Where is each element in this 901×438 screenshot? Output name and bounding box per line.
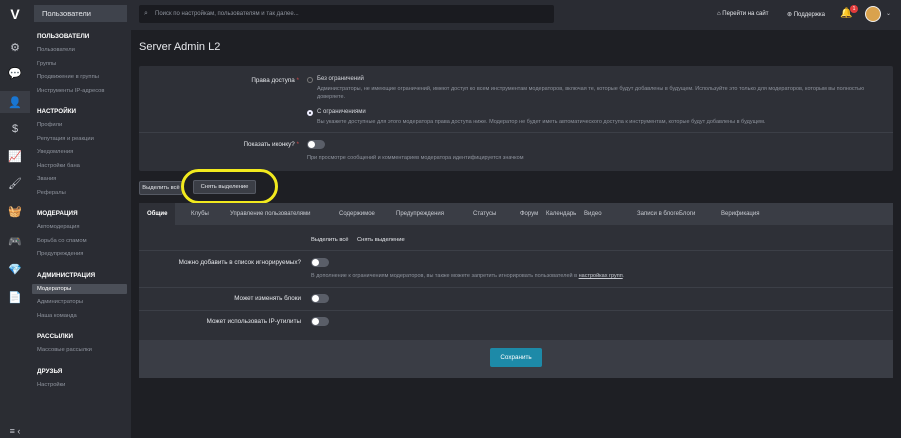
general-select-all-link[interactable]: Выделить всё <box>311 237 349 243</box>
sidebar-item[interactable]: Профили <box>37 122 62 128</box>
sidebar-item[interactable]: Инструменты IP-адресов <box>37 88 105 94</box>
tab-3[interactable]: Содержимое <box>339 203 375 225</box>
tab-11[interactable]: Верификация <box>721 203 759 225</box>
sidebar-item[interactable]: Модераторы <box>32 283 127 294</box>
basket-icon[interactable]: 🧺 <box>0 200 30 222</box>
chart-icon[interactable]: 📈 <box>0 145 30 167</box>
radio-unrestricted[interactable] <box>307 77 313 83</box>
search-placeholder: Поиск по настройкам, пользователям и так… <box>155 11 299 17</box>
sidebar-item[interactable]: Продвижение в группы <box>37 74 99 80</box>
sidebar-item[interactable]: Репутация и реакции <box>37 136 94 142</box>
blocks-label: Может изменять блоки <box>234 295 301 302</box>
gamepad-icon[interactable]: 🎮 <box>0 230 30 252</box>
divider <box>139 132 893 133</box>
tab-4[interactable]: Предупреждения <box>396 203 444 225</box>
show-icon-toggle[interactable] <box>307 140 325 149</box>
collapse-sidebar-icon[interactable]: ≡ ‹ <box>0 424 30 438</box>
radio-unrestricted-label: Без ограничений <box>317 76 364 82</box>
sidebar-item[interactable]: Настройки бана <box>37 163 80 169</box>
sidebar-item[interactable]: Уведомления <box>37 149 73 155</box>
sidebar-section-title: МОДЕРАЦИЯ <box>37 210 78 217</box>
divider <box>139 310 893 311</box>
sidebar-item[interactable]: Автомодерация <box>37 224 79 230</box>
sidebar-section-title: РАССЫЛКИ <box>37 333 74 340</box>
sidebar-item[interactable]: Администраторы <box>37 299 83 305</box>
tab-9[interactable]: Записи в блоге <box>637 203 679 225</box>
ignore-label: Можно добавить в список игнорируемых? <box>178 259 301 266</box>
tab-7[interactable]: Календарь <box>546 203 576 225</box>
sidebar-item[interactable]: Настройки <box>37 382 65 388</box>
page-title: Server Admin L2 <box>139 41 221 53</box>
sidebar-item[interactable]: Наша команда <box>37 313 77 319</box>
user-icon[interactable]: 👤 <box>0 91 30 113</box>
sidebar-item[interactable]: Звания <box>37 176 56 182</box>
sidebar-section-title: НАСТРОЙКИ <box>37 108 77 115</box>
document-icon[interactable]: 📄 <box>0 286 30 308</box>
radio-unrestricted-desc: Администраторы, не имеющие ограничений, … <box>317 86 865 100</box>
access-label: Права доступа * <box>251 77 299 84</box>
ignore-toggle[interactable] <box>311 258 329 267</box>
settings-panel: Права доступа * Без ограничений Админист… <box>139 66 893 171</box>
group-settings-link[interactable]: настройках групп <box>579 273 623 279</box>
show-icon-label: Показать иконку? * <box>243 141 299 148</box>
radio-restricted-label: С ограничениями <box>317 109 366 115</box>
diamond-icon[interactable]: 💎 <box>0 258 30 280</box>
select-all-button[interactable]: Выделить всё <box>139 181 183 195</box>
notification-badge: 1 <box>850 5 858 13</box>
logo: V <box>10 6 20 22</box>
radio-restricted[interactable] <box>307 110 313 116</box>
tab-1[interactable]: Клубы <box>191 203 209 225</box>
sidebar-section-title: ПОЛЬЗОВАТЕЛИ <box>37 33 90 40</box>
ip-utils-toggle[interactable] <box>311 317 329 326</box>
radio-restricted-desc: Вы укажете доступные для этого модератор… <box>317 119 766 125</box>
general-deselect-link[interactable]: Снять выделение <box>357 237 405 243</box>
divider <box>139 250 893 251</box>
general-tab-panel: Выделить всё Снять выделение Можно добав… <box>139 225 893 340</box>
support-link[interactable]: ⊛ Поддержка <box>787 11 825 18</box>
tab-10[interactable]: Блоги <box>679 203 695 225</box>
blocks-toggle[interactable] <box>311 294 329 303</box>
brush-icon[interactable]: 🖌 <box>0 172 30 194</box>
tab-5[interactable]: Статусы <box>473 203 496 225</box>
ignore-desc: В дополнение к ограничениям модераторов,… <box>311 273 625 279</box>
goto-site-link[interactable]: ⌂ Перейти на сайт <box>717 11 769 17</box>
sidebar-item[interactable]: Пользователи <box>37 47 75 53</box>
tab-6[interactable]: Форум <box>520 203 538 225</box>
gears-icon[interactable]: ⚙ <box>0 36 30 58</box>
divider <box>139 287 893 288</box>
sidebar-item[interactable]: Массовые рассылки <box>37 347 92 353</box>
sidebar-section-title: АДМИНИСТРАЦИЯ <box>37 271 96 279</box>
support-label: Поддержка <box>793 12 826 18</box>
icon-bar: V ⚙ 💬 👤 $ 📈 🖌 🧺 🎮 💎 📄 <box>0 0 30 438</box>
permission-tabs: Общие Клубы Управление пользователями Содер… <box>139 203 893 225</box>
sidebar-section-title: ДРУЗЬЯ <box>37 367 63 375</box>
sidebar-title[interactable]: Пользователи <box>34 5 127 22</box>
search-icon: ⌕ <box>144 10 148 17</box>
chevron-down-icon[interactable]: ⌄ <box>886 10 891 17</box>
sidebar-item[interactable]: Группы <box>37 61 56 67</box>
sidebar-item[interactable]: Рефералы <box>37 190 66 196</box>
ip-utils-label: Может использовать IP-утилиты <box>206 318 301 325</box>
sidebar: Пользователи ПОЛЬЗОВАТЕЛИ Пользователи Гру… <box>30 0 131 438</box>
tab-2[interactable]: Управление пользователями <box>230 203 311 225</box>
save-button[interactable]: Сохранить <box>490 348 542 367</box>
highlight-circle <box>181 169 278 204</box>
search-input[interactable]: ⌕ Поиск по настройкам, пользователям и та… <box>139 5 554 23</box>
show-icon-desc: При просмотре сообщений и комментариев м… <box>307 155 524 161</box>
avatar[interactable] <box>865 6 881 22</box>
dollar-icon[interactable]: $ <box>0 118 30 140</box>
top-bar: ⌕ Поиск по настройкам, пользователям и та… <box>131 0 901 30</box>
sidebar-item[interactable]: Предупреждения <box>37 251 83 257</box>
sidebar-item[interactable]: Борьба со спамом <box>37 238 87 244</box>
goto-site-label: Перейти на сайт <box>722 11 769 17</box>
chat-icon[interactable]: 💬 <box>0 62 30 84</box>
tab-8[interactable]: Видео <box>584 203 602 225</box>
tab-0[interactable]: Общие <box>139 203 176 225</box>
